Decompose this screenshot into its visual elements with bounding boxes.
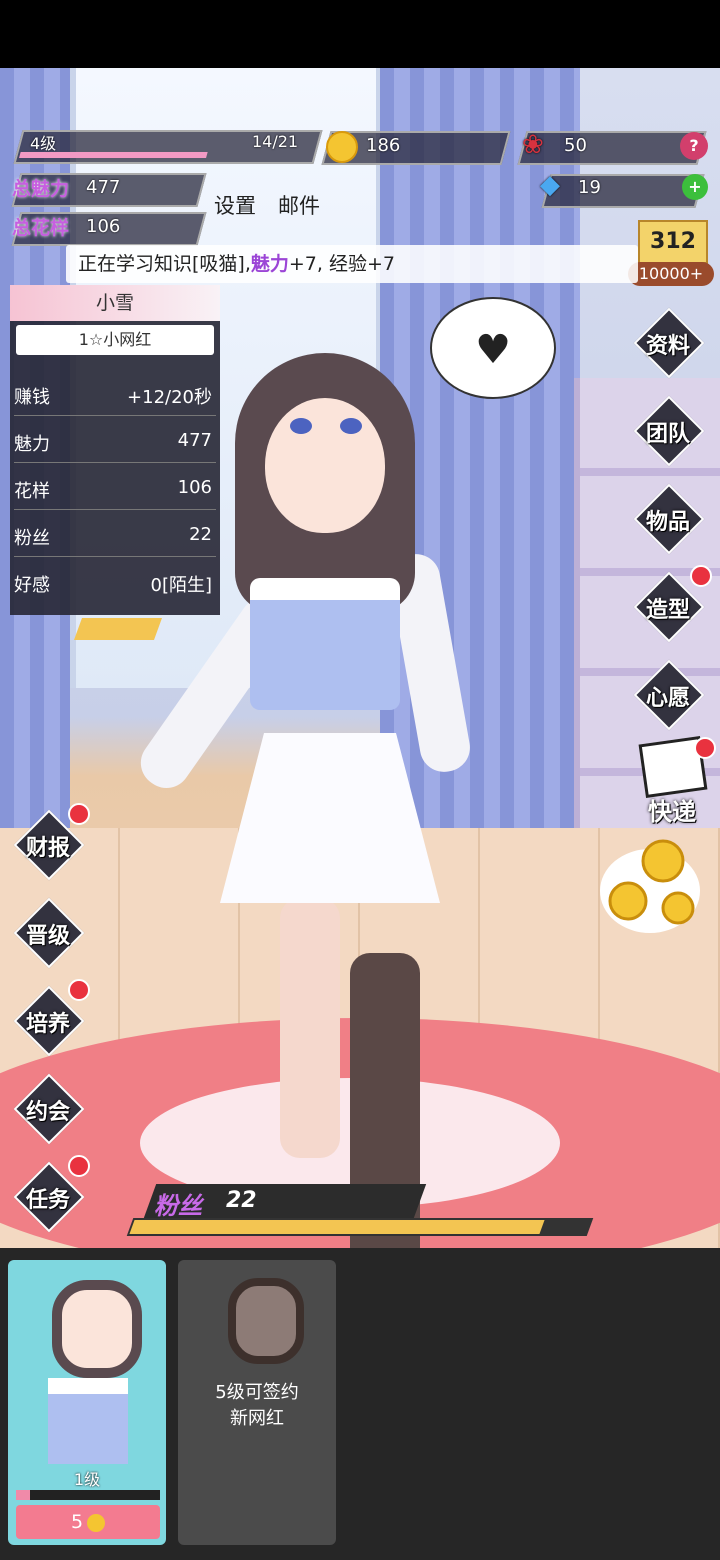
roses-bar	[517, 131, 707, 165]
mail-button[interactable]: 邮件	[278, 190, 320, 220]
help-icon[interactable]: ?	[680, 132, 708, 160]
info-row: 赚钱 +12/20秒	[14, 375, 216, 416]
wish-button[interactable]: 心愿	[633, 659, 705, 731]
date-button[interactable]: 约会	[13, 1073, 85, 1145]
gems-value: 19	[578, 177, 601, 198]
notification-dot	[690, 565, 712, 587]
podium-icon: 312	[638, 220, 708, 264]
info-row: 好感 0[陌生]	[14, 575, 212, 596]
add-gems-icon[interactable]: +	[682, 174, 708, 200]
info-row: 花样 106	[14, 469, 216, 510]
character-card-xiaoxue[interactable]: 1级 5	[8, 1260, 166, 1545]
fans-value: 22	[226, 1188, 257, 1213]
fans-progress-bar	[126, 1218, 594, 1236]
character-info-panel: 小雪 1☆小网红 赚钱 +12/20秒 魅力 477 花样 106 粉丝 22 好感 0[…	[10, 285, 220, 615]
svg-text:♥: ♥	[475, 327, 511, 373]
notification-dot	[694, 737, 716, 759]
promotion-button[interactable]: 晋级	[13, 897, 85, 969]
notification-dot	[68, 1155, 90, 1177]
character-select-bar: 1级 5 5级可签约 新网红	[0, 1248, 720, 1560]
coin-icon	[326, 131, 358, 163]
upgrade-cost-button[interactable]: 5	[16, 1505, 160, 1539]
card-level: 1级	[73, 1470, 101, 1489]
notification-dot	[68, 803, 90, 825]
notification-dot	[68, 979, 90, 1001]
locked-portrait	[228, 1278, 304, 1364]
study-notice: 正在学习知识[吸猫],魅力+7, 经验+7	[66, 245, 638, 283]
express-label: 快递	[648, 798, 696, 826]
character-name: 小雪	[10, 285, 220, 321]
profile-button[interactable]: 资料	[633, 307, 705, 379]
ranking-value: 10000+	[628, 262, 714, 286]
total-charm-label: 总魅力	[12, 178, 70, 200]
coin-icon	[87, 1513, 106, 1532]
rose-icon: ❀	[522, 130, 544, 160]
unlock-message: 5级可签约 新网红	[215, 1382, 299, 1429]
exp-value: 14/21	[252, 132, 299, 151]
info-row: 粉丝 22	[14, 516, 216, 557]
coins-bubble-icon[interactable]	[598, 836, 703, 946]
items-button[interactable]: 物品	[633, 483, 705, 555]
info-row: 魅力 477	[14, 422, 216, 463]
gem-icon: ◆	[540, 170, 560, 200]
total-charm-value: 477	[86, 177, 121, 198]
card-level-progress	[16, 1490, 160, 1500]
ranking-button[interactable]: 312 10000+	[628, 220, 714, 290]
level-label: 4级	[30, 134, 57, 153]
fans-label: 粉丝	[154, 1192, 202, 1220]
team-button[interactable]: 团队	[633, 395, 705, 467]
settings-button[interactable]: 设置	[214, 190, 256, 220]
coins-value: 186	[366, 135, 401, 156]
total-style-value: 106	[86, 216, 121, 237]
locked-character-card[interactable]: 5级可签约 新网红	[178, 1260, 336, 1545]
collapse-panel-icon[interactable]	[73, 618, 163, 640]
roses-value: 50	[564, 135, 587, 156]
total-style-label: 总花样	[12, 217, 70, 239]
character-rank: 1☆小网红	[16, 325, 214, 355]
gems-bar	[541, 174, 705, 208]
heart-gesture-bubble-icon: ♥	[430, 297, 556, 399]
character-portrait	[52, 1280, 142, 1378]
styling-button[interactable]: 造型	[633, 571, 705, 643]
